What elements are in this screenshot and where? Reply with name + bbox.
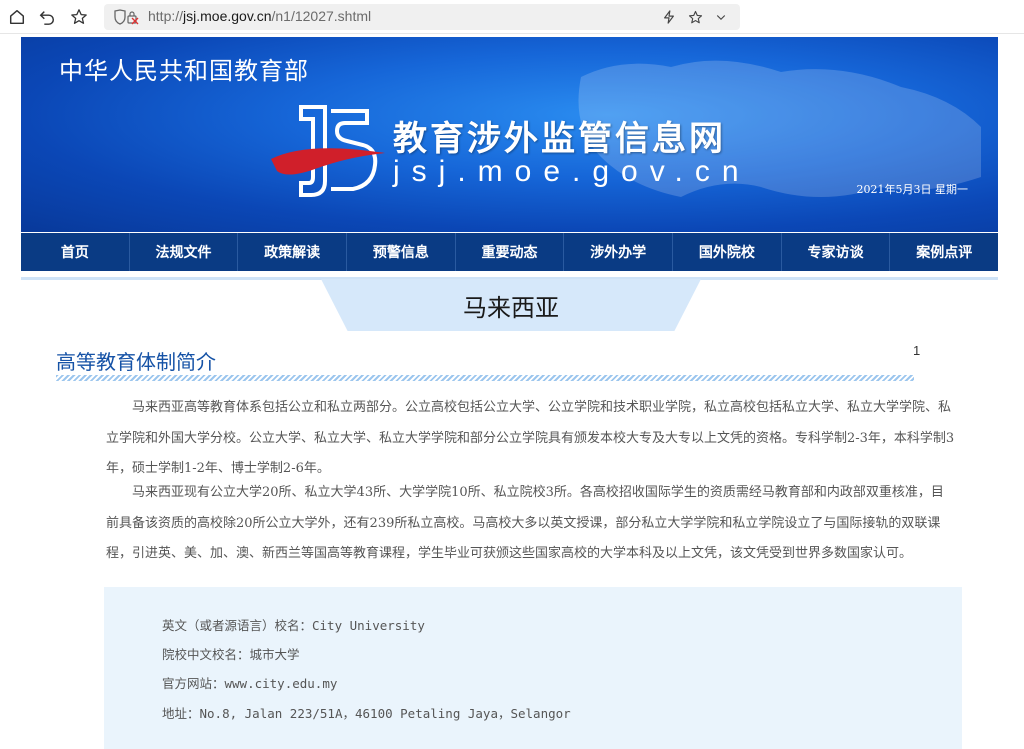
paragraph: 马来西亚现有公立大学20所、私立大学43所、大学学院10所、私立院校3所。各高校… [106, 485, 944, 561]
title-underline [56, 375, 914, 381]
paragraph: 马来西亚高等教育体系包括公立和私立两部分。公立高校包括公立大学、公立学院和技术职… [106, 400, 955, 476]
article-section: 高等教育体制简介 1 马来西亚高等教育体系包括公立和私立两部分。公立高校包括公立… [21, 338, 998, 574]
school-english-name: 英文（或者源语言）校名：City University [162, 618, 425, 633]
site-banner: 中华人民共和国教育部 教育涉外监管信息网 jsj.moe.gov.cn 2021… [21, 37, 998, 232]
page-number: 1 [913, 343, 921, 358]
url-path: /n1/12027.shtml [271, 8, 372, 24]
school-info-box: 英文（或者源语言）校名：City University 院校中文校名：城市大学 … [104, 587, 962, 749]
address-bar[interactable]: http://jsj.moe.gov.cn/n1/12027.shtml [104, 4, 740, 30]
ministry-name: 中华人民共和国教育部 [59, 57, 309, 85]
section-title: 高等教育体制简介 [56, 350, 216, 374]
nav-item-warnings[interactable]: 预警信息 [347, 233, 456, 271]
nav-item-news[interactable]: 重要动态 [456, 233, 565, 271]
url-host: jsj.moe.gov.cn [183, 8, 272, 24]
lightning-icon[interactable] [660, 8, 678, 26]
security-icon[interactable] [112, 9, 140, 25]
site-domain: jsj.moe.gov.cn [393, 155, 751, 188]
back-icon[interactable] [34, 4, 60, 30]
chevron-down-icon[interactable] [712, 8, 730, 26]
site-name: 教育涉外监管信息网 [393, 119, 726, 159]
favorite-icon[interactable] [66, 4, 92, 30]
main-nav: 首页 法规文件 政策解读 预警信息 重要动态 涉外办学 国外院校 专家访谈 案例… [21, 233, 998, 271]
nav-item-interviews[interactable]: 专家访谈 [782, 233, 891, 271]
nav-item-policy[interactable]: 政策解读 [238, 233, 348, 271]
country-header: 马来西亚 [21, 274, 998, 332]
school-chinese-name: 院校中文校名：城市大学 [162, 647, 300, 662]
site-logo-icon [271, 105, 385, 197]
country-tab: 马来西亚 [321, 279, 701, 331]
url-text: http://jsj.moe.gov.cn/n1/12027.shtml [148, 8, 371, 24]
nav-item-foreign-schools[interactable]: 国外院校 [673, 233, 782, 271]
school-website: 官方网站：www.city.edu.my [162, 676, 338, 691]
url-prefix: http:// [148, 8, 184, 24]
home-icon[interactable] [4, 4, 30, 30]
country-title: 马来西亚 [463, 293, 559, 322]
school-address: 地址：No.8, Jalan 223/51A，46100 Petaling Ja… [162, 706, 571, 721]
nav-item-cooperation[interactable]: 涉外办学 [564, 233, 674, 271]
nav-item-home[interactable]: 首页 [21, 233, 130, 271]
star-icon[interactable] [686, 8, 704, 26]
current-date: 2021年5月3日 星期一 [856, 183, 969, 196]
nav-item-regulations[interactable]: 法规文件 [130, 233, 239, 271]
nav-item-cases[interactable]: 案例点评 [890, 233, 998, 271]
browser-toolbar: http://jsj.moe.gov.cn/n1/12027.shtml [0, 0, 1024, 34]
